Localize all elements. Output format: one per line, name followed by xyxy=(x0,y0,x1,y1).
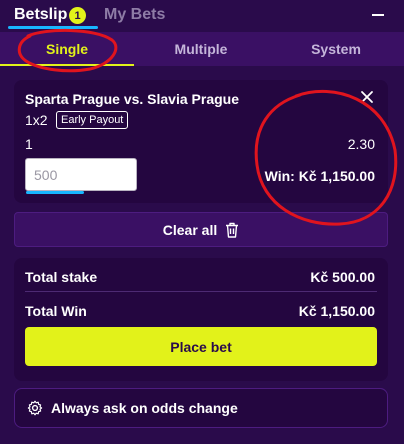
tab-my-bets[interactable]: My Bets xyxy=(104,6,165,24)
total-stake-label: Total stake xyxy=(25,269,98,285)
gear-icon xyxy=(27,400,43,416)
totals-panel: Total stake Kč 500.00 Total Win Kč 1,150… xyxy=(14,258,388,381)
betslip-count-badge: 1 xyxy=(69,7,86,24)
clear-all-button[interactable]: Clear all xyxy=(14,212,388,247)
stake-input-highlight xyxy=(26,191,84,194)
bet-type-tabs: Single Multiple System xyxy=(0,32,404,66)
total-stake-value: Kč 500.00 xyxy=(310,269,375,285)
place-bet-button[interactable]: Place bet xyxy=(25,327,377,366)
single-tab-underline xyxy=(0,64,134,66)
betslip-tab-underline xyxy=(8,26,98,29)
tab-multiple[interactable]: Multiple xyxy=(134,32,268,66)
minus-icon[interactable] xyxy=(372,14,384,16)
win-value: Kč 1,150.00 xyxy=(298,168,375,184)
bet-card: Sparta Prague vs. Slavia Prague 1x2 Earl… xyxy=(14,80,388,203)
market-label: 1x2 xyxy=(25,112,48,128)
stake-input[interactable] xyxy=(34,165,130,185)
clear-all-label: Clear all xyxy=(162,221,218,238)
potential-win: Win: Kč 1,150.00 xyxy=(265,168,375,184)
betslip-header: Betslip 1 My Bets xyxy=(0,0,404,32)
odds-change-label: Always ask on odds change xyxy=(51,400,238,416)
win-label: Win: xyxy=(264,168,295,184)
total-win-label: Total Win xyxy=(25,303,87,319)
trash-icon xyxy=(226,222,239,238)
odds-value: 2.30 xyxy=(347,136,375,152)
match-title: Sparta Prague vs. Slavia Prague xyxy=(25,91,239,107)
odds-change-setting[interactable]: Always ask on odds change xyxy=(14,388,388,428)
stake-field[interactable] xyxy=(25,158,137,194)
close-icon[interactable] xyxy=(360,90,374,104)
tab-single[interactable]: Single xyxy=(0,32,134,66)
totals-divider xyxy=(25,291,377,292)
tab-system[interactable]: System xyxy=(268,32,404,66)
early-payout-badge: Early Payout xyxy=(56,111,129,129)
tab-betslip[interactable]: Betslip xyxy=(14,6,67,24)
total-win-value: Kč 1,150.00 xyxy=(298,303,375,319)
selection-label: 1 xyxy=(25,136,33,152)
